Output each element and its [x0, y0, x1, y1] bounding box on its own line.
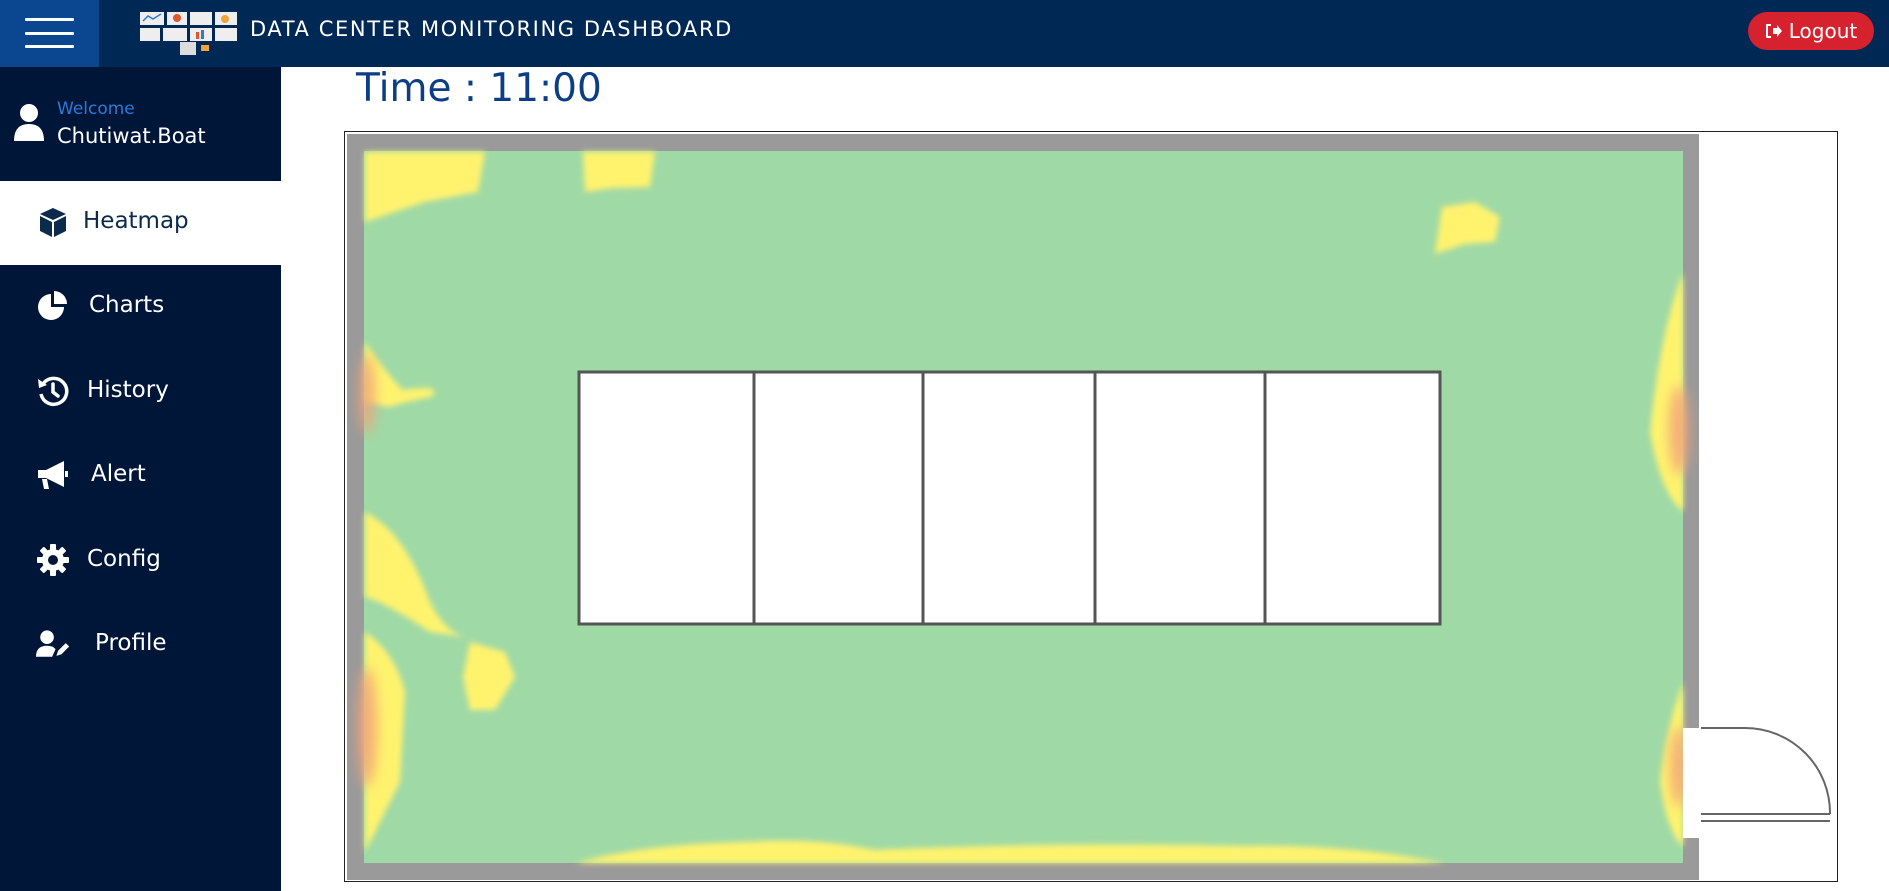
gear-icon	[37, 544, 69, 576]
sign-out-icon	[1765, 24, 1782, 38]
logout-label: Logout	[1788, 19, 1858, 43]
sidebar-item-charts[interactable]: Charts	[0, 265, 281, 349]
dashboard-logo-icon	[126, 7, 250, 57]
door	[1701, 727, 1832, 822]
sidebar-item-label: Heatmap	[83, 208, 189, 234]
server-racks	[577, 370, 1442, 626]
sidebar-item-history[interactable]: History	[0, 350, 281, 434]
hamburger-menu-button[interactable]	[0, 0, 99, 67]
history-icon	[38, 376, 69, 407]
heatmap-floor-plan	[344, 131, 1838, 882]
pie-chart-icon	[38, 291, 67, 320]
server-rack	[577, 370, 756, 626]
sidebar-item-heatmap[interactable]: Heatmap	[0, 181, 281, 265]
sidebar-item-label: History	[87, 377, 169, 403]
user-edit-icon	[36, 630, 70, 657]
server-rack	[1093, 370, 1267, 626]
door-opening	[1683, 728, 1701, 838]
cube-icon	[40, 208, 66, 237]
megaphone-icon	[38, 461, 68, 489]
welcome-text: Welcome	[57, 99, 135, 119]
time-label: Time : 11:00	[356, 66, 602, 111]
sidebar-item-profile[interactable]: Profile	[0, 603, 281, 687]
sidebar-item-label: Config	[87, 546, 161, 572]
sidebar-item-label: Charts	[89, 292, 165, 318]
sidebar: Welcome Chutiwat.Boat Heatmap Charts His…	[0, 67, 281, 891]
top-bar: DATA CENTER MONITORING DASHBOARD Logout	[0, 0, 1889, 67]
server-rack	[1263, 370, 1442, 626]
user-panel: Welcome Chutiwat.Boat	[0, 67, 281, 181]
server-rack	[752, 370, 925, 626]
username: Chutiwat.Boat	[57, 124, 206, 148]
sidebar-item-config[interactable]: Config	[0, 519, 281, 603]
user-icon	[14, 104, 44, 141]
heatmap-canvas	[347, 134, 1832, 880]
app-title: DATA CENTER MONITORING DASHBOARD	[250, 17, 733, 41]
sidebar-item-label: Alert	[91, 461, 146, 487]
sidebar-item-label: Profile	[95, 630, 167, 656]
sidebar-item-alert[interactable]: Alert	[0, 434, 281, 518]
logout-button[interactable]: Logout	[1748, 12, 1874, 50]
server-rack	[921, 370, 1097, 626]
